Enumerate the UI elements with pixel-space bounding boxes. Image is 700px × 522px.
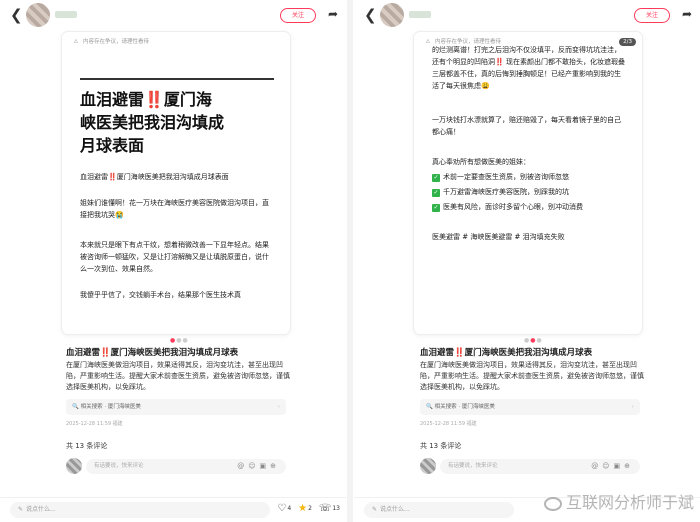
bottom-input-placeholder: 说点什么... <box>26 506 56 513</box>
post-title: 血泪避雷‼️厦门海峡医美把我泪沟填成月球表 <box>66 348 239 358</box>
star-icon: ★ <box>298 503 308 514</box>
follow-button[interactable]: 关注 <box>280 8 316 23</box>
title-rule <box>80 78 274 80</box>
check-icon: ✓ <box>432 189 440 197</box>
pen-icon: ✎ <box>18 506 24 513</box>
card-tags: 医美避雷 # 海峡医美避雷 # 泪沟填充失败 <box>432 233 565 241</box>
card-title: 血泪避雷‼️厦门海 峡医美把我泪沟填成 月球表面 <box>80 88 274 157</box>
comments-count: 共 13 条评论 <box>420 442 462 450</box>
card-paragraph: 我傻乎乎信了，交钱躺手术台，结果那个医生技术真 <box>80 291 241 299</box>
chevron-right-icon: › <box>631 404 634 410</box>
watermark-text: 互联网分析师于斌 <box>565 493 694 512</box>
engagement-stats: ♡4 ★2 ☏13 <box>272 503 340 514</box>
controversy-banner: ⚠ 内容存在争议，请理性看待 <box>62 32 290 52</box>
follow-button[interactable]: 关注 <box>634 8 670 23</box>
chevron-right-icon: › <box>277 404 280 410</box>
user-avatar <box>420 458 436 474</box>
pen-icon: ✎ <box>372 506 378 513</box>
card-paragraph: 一万块钱打水漂就算了，赔还赔毁了，每天看着镜子里的自己都心痛！ <box>432 116 621 136</box>
check-icon: ✓ <box>432 204 440 212</box>
card-title-line: 月球表面 <box>80 136 145 155</box>
check-icon: ✓ <box>432 174 440 182</box>
bullet-item: ✓ 医美有风险，面诊时多留个心眼，别冲动消费 <box>432 201 626 213</box>
bullet-text: 医美有风险，面诊时多留个心眼，别冲动消费 <box>443 203 583 211</box>
author-avatar[interactable] <box>380 3 404 27</box>
watermark: 互联网分析师于斌 <box>543 489 694 513</box>
bottom-comment-input[interactable]: ✎ 说点什么... <box>364 502 514 518</box>
post-image-card[interactable]: ⚠ 内容存在争议，请理性看待 血泪避雷‼️厦门海 峡医美把我泪沟填成 月球表面 血… <box>62 32 290 334</box>
comment-input[interactable]: 有话要说，快来评论 @☺▣⊕ <box>440 459 640 474</box>
post-image-card[interactable]: ⚠ 内容存在争议，请理性看待 2/3 的烂测离谱！打完之后泪沟不仅没填平，反而变得… <box>414 32 642 334</box>
related-search-text: 相关搜索 · 厦门海峡医美 <box>434 404 495 410</box>
card-title-line: 血泪避雷‼️厦门海 <box>80 90 212 109</box>
carousel-dots: ●●● <box>524 337 543 344</box>
phone-screen-left: ❮ 关注 ➦ ⚠ 内容存在争议，请理性看待 血泪避雷‼️厦门海 峡医美把我泪沟填成… <box>0 0 346 522</box>
post-meta: 2025-12-28 11:59 福建 <box>420 421 477 427</box>
author-name[interactable] <box>55 11 77 18</box>
post-title: 血泪避雷‼️厦门海峡医美把我泪沟填成月球表 <box>420 348 593 358</box>
bottom-input-placeholder: 说点什么... <box>380 506 410 513</box>
screen-divider <box>347 0 353 522</box>
weibo-logo-icon <box>543 496 562 511</box>
author-name[interactable] <box>409 11 431 18</box>
related-search[interactable]: 🔍 相关搜索 · 厦门海峡医美 › <box>420 399 640 415</box>
bullet-text: 术前一定要查医生资质，别被咨询师忽悠 <box>443 173 569 181</box>
card-paragraph: 本来就只是眼下有点干纹，想着稍微改善一下显年轻点。结果被咨询师一顿猛吹，又是让打… <box>80 241 269 273</box>
phone-screen-right: ❮ 关注 ➦ ⚠ 内容存在争议，请理性看待 2/3 的烂测离谱！打完之后泪沟不仅没… <box>354 0 700 522</box>
card-subtitle: 血泪避雷‼️厦门海峡医美把我泪沟填成月球表面 <box>80 173 229 181</box>
like-count: 4 <box>287 505 292 512</box>
bullet-item: ✓ 术前一定要查医生资质，别被咨询师忽悠 <box>432 171 626 183</box>
user-avatar <box>66 458 82 474</box>
author-avatar[interactable] <box>26 3 50 27</box>
chevron-left-icon[interactable]: ❮ <box>10 6 23 24</box>
card-title-line: 峡医美把我泪沟填成 <box>80 113 225 132</box>
warning-icon: ⚠ <box>425 39 431 45</box>
comment-button[interactable]: ☏13 <box>319 503 340 514</box>
warning-icon: ⚠ <box>73 39 79 45</box>
comment-tool-icons[interactable]: @☺▣⊕ <box>591 459 634 474</box>
banner-text: 内容存在争议，请理性看待 <box>83 39 150 45</box>
bottom-comment-input[interactable]: ✎ 说点什么... <box>10 502 270 518</box>
card-paragraph: 真心奉劝所有想做医美的姐妹： <box>432 158 530 166</box>
comment-tool-icons[interactable]: @☺▣⊕ <box>237 459 280 474</box>
share-icon[interactable]: ➦ <box>328 7 338 21</box>
comments-count: 共 13 条评论 <box>66 442 108 450</box>
carousel-dots: ●●● <box>170 337 189 344</box>
heart-icon: ♡ <box>277 503 287 514</box>
bullet-text: 千万避雷海峡医疗美容医院，别踩我的坑 <box>443 188 569 196</box>
bottom-bar: ✎ 说点什么... ♡4 ★2 ☏13 <box>0 497 346 522</box>
like-button[interactable]: ♡4 <box>277 503 291 514</box>
post-body: 在厦门海峡医美做泪沟项目，效果适得其反，泪沟变坑洼，甚至出现凹陷，严重影响生活。… <box>420 361 644 391</box>
collect-count: 2 <box>308 505 312 512</box>
search-icon: 🔍 <box>426 404 433 410</box>
related-search-text: 相关搜索 · 厦门海峡医美 <box>80 404 141 410</box>
comment-input[interactable]: 有话要说，快来评论 @☺▣⊕ <box>86 459 286 474</box>
share-icon[interactable]: ➦ <box>682 7 692 21</box>
bullet-item: ✓ 千万避雷海峡医疗美容医院，别踩我的坑 <box>432 186 626 198</box>
collect-button[interactable]: ★2 <box>298 503 312 514</box>
post-meta: 2025-12-28 11:59 福建 <box>66 421 123 427</box>
card-paragraph: 的烂测离谱！打完之后泪沟不仅没填平，反而变得坑坑洼洼，还有个明显的凹陷洞‼️ 现… <box>432 46 625 90</box>
comment-placeholder: 有话要说，快来评论 <box>448 463 498 469</box>
top-bar: ❮ 关注 ➦ <box>354 0 700 30</box>
top-bar: ❮ 关注 ➦ <box>0 0 346 30</box>
comment-count: 13 <box>332 505 340 512</box>
search-icon: 🔍 <box>72 404 79 410</box>
comment-icon: ☏ <box>318 503 332 514</box>
chevron-left-icon[interactable]: ❮ <box>364 6 377 24</box>
comment-placeholder: 有话要说，快来评论 <box>94 463 144 469</box>
post-body: 在厦门海峡医美做泪沟项目，效果适得其反，泪沟变坑洼，甚至出现凹陷，严重影响生活。… <box>66 361 290 391</box>
related-search[interactable]: 🔍 相关搜索 · 厦门海峡医美 › <box>66 399 286 415</box>
card-paragraph: 姐妹们谁懂啊！花一万块在海峡医疗美容医院做泪沟项目，直接把我坑哭😭 <box>80 199 269 219</box>
